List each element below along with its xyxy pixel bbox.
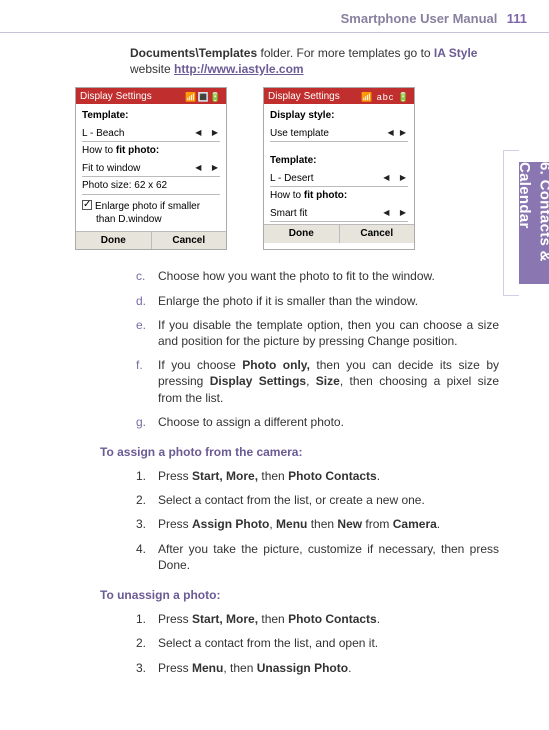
assign-steps: 1.Press Start, More, then Photo Contacts… — [130, 468, 499, 573]
brand-name: IA Style — [434, 46, 478, 60]
phone-mockups: Display Settings 📶🔳🔋 Template: L - Beach… — [75, 87, 499, 251]
status-icons: 📶🔳🔋 — [185, 91, 222, 103]
phone-mock-left: Display Settings 📶🔳🔋 Template: L - Beach… — [75, 87, 227, 251]
phone-title: Display Settings — [268, 90, 340, 104]
assign-step-3: 3.Press Assign Photo, Menu then New from… — [158, 516, 499, 532]
done-softkey: Done — [76, 232, 152, 250]
chapter-tab-label: 6. Contacts & Calendar — [514, 162, 549, 284]
assign-step-2: 2.Select a contact from the list, or cre… — [158, 492, 499, 508]
assign-step-4: 4.After you take the picture, customize … — [158, 541, 499, 573]
phone-titlebar: Display Settings 📶 abc 🔋 — [264, 88, 414, 105]
photo-size: Photo size: 62 x 62 — [82, 179, 167, 193]
manual-title: Smartphone User Manual — [341, 11, 498, 26]
assign-step-1: 1.Press Start, More, then Photo Contacts… — [158, 468, 499, 484]
arrows-icon: ◀ ▶ — [383, 208, 408, 219]
phone-mock-right: Display Settings 📶 abc 🔋 Display style: … — [263, 87, 415, 251]
template-label: Template: — [270, 154, 317, 168]
page-header: Smartphone User Manual 111 — [0, 0, 549, 33]
lettered-steps: c.Choose how you want the photo to fit t… — [130, 268, 499, 430]
arrows-icon: ◀ ▶ — [195, 128, 220, 139]
brand-url[interactable]: http://www.iastyle.com — [174, 62, 304, 76]
folder-path: Documents\Templates — [130, 46, 257, 60]
style-label: Display style: — [270, 109, 334, 123]
status-icons: 📶 abc 🔋 — [361, 91, 410, 103]
step-e: e.If you disable the template option, th… — [158, 317, 499, 349]
step-c: c.Choose how you want the photo to fit t… — [158, 268, 499, 284]
fit-value: Smart fit — [270, 207, 307, 221]
unassign-steps: 1.Press Start, More, then Photo Contacts… — [130, 611, 499, 676]
done-softkey: Done — [264, 225, 340, 243]
arrows-icon: ◀ ▶ — [195, 163, 220, 174]
arrows-icon: ◀ ▶ — [387, 128, 408, 139]
section-unassign: To unassign a photo: — [100, 587, 499, 603]
unassign-step-2: 2.Select a contact from the list, and op… — [158, 635, 499, 651]
page-number: 111 — [507, 11, 527, 26]
fit-label: How to fit photo: — [270, 189, 347, 203]
section-assign-camera: To assign a photo from the camera: — [100, 444, 499, 460]
intro-text: Documents\Templates folder. For more tem… — [130, 45, 499, 77]
template-label: Template: — [82, 109, 129, 123]
template-value: L - Beach — [82, 127, 124, 141]
chapter-tab: 6. Contacts & Calendar — [519, 162, 549, 284]
style-value: Use template — [270, 127, 329, 141]
step-f: f.If you choose Photo only, then you can… — [158, 357, 499, 406]
cancel-softkey: Cancel — [152, 232, 227, 250]
phone-title: Display Settings — [80, 90, 152, 104]
step-d: d.Enlarge the photo if it is smaller tha… — [158, 293, 499, 309]
arrows-icon: ◀ ▶ — [383, 173, 408, 184]
intro-block: Documents\Templates folder. For more tem… — [0, 45, 549, 77]
phone-titlebar: Display Settings 📶🔳🔋 — [76, 88, 226, 105]
fit-value: Fit to window — [82, 162, 140, 176]
enlarge-check-a: Enlarge photo if smaller — [95, 201, 200, 212]
step-g: g.Choose to assign a different photo. — [158, 414, 499, 430]
cancel-softkey: Cancel — [340, 225, 415, 243]
unassign-step-1: 1.Press Start, More, then Photo Contacts… — [158, 611, 499, 627]
unassign-step-3: 3.Press Menu, then Unassign Photo. — [158, 660, 499, 676]
enlarge-check-b: than D.window — [96, 214, 162, 225]
fit-label: How to fit photo: — [82, 144, 159, 158]
template-value: L - Desert — [270, 172, 314, 186]
checkbox-icon — [82, 200, 92, 210]
